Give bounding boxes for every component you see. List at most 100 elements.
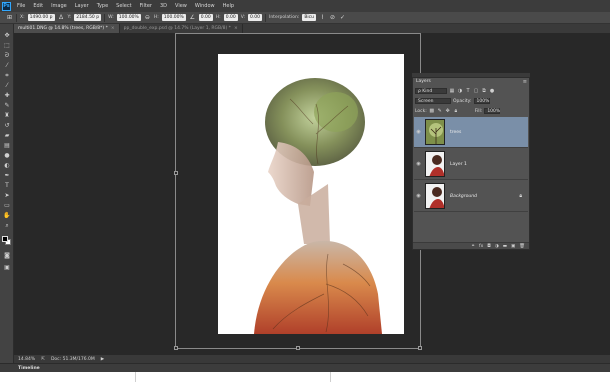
layer-name[interactable]: trees xyxy=(450,130,461,135)
clone-stamp-tool-icon[interactable]: ♜ xyxy=(3,112,11,119)
layer-filter-row: ρ Kind ▦ ◑ T ▢ ⧉ ● xyxy=(415,87,527,95)
options-bar: ⊞ X: 1490.00 p Δ Y: 2184.50 p W: 100.00%… xyxy=(0,12,610,24)
lasso-tool-icon[interactable]: ᘐ xyxy=(3,52,11,59)
tab-pp-double-exp[interactable]: pp_double_exp.psd @ 14.7% (Layer 1, RGB/… xyxy=(120,24,243,33)
fx-icon[interactable]: fx xyxy=(479,244,483,249)
adjustment-layer-icon[interactable]: ◑ xyxy=(495,244,499,249)
layer-name[interactable]: Background xyxy=(450,194,477,199)
layer-trees[interactable]: ◉ trees xyxy=(414,117,528,148)
type-tool-icon[interactable]: T xyxy=(3,182,11,189)
menu-view[interactable]: View xyxy=(175,3,187,9)
status-menu-arrow-icon[interactable]: ▶ xyxy=(101,357,104,362)
close-icon[interactable]: × xyxy=(111,26,115,31)
lock-all-icon[interactable]: 🔒︎ xyxy=(453,108,459,114)
screen-mode-icon[interactable]: ▣ xyxy=(3,264,11,271)
lock-image-icon[interactable]: ✎ xyxy=(437,108,443,114)
smart-object-filter-icon[interactable]: ⧉ xyxy=(481,88,487,94)
add-mask-icon[interactable]: ◘ xyxy=(487,244,491,249)
link-icon[interactable]: ⊖ xyxy=(144,14,151,21)
transform-handle-bottom[interactable] xyxy=(296,346,300,350)
v-skew-field[interactable]: 0.00 xyxy=(247,14,262,21)
blend-mode-select[interactable]: Screen xyxy=(415,98,451,104)
adjustment-filter-icon[interactable]: ◑ xyxy=(457,88,463,94)
link-layers-icon[interactable]: ⚭ xyxy=(471,244,475,249)
commit-transform-icon[interactable]: ✓ xyxy=(339,14,346,21)
angle-field[interactable]: 0.00 xyxy=(198,14,213,21)
menu-edit[interactable]: Edit xyxy=(33,3,43,9)
layer-background[interactable]: ◉ Background 🔒︎ xyxy=(414,181,528,212)
menu-image[interactable]: Image xyxy=(51,3,67,9)
transform-handle-bottom-left[interactable] xyxy=(174,346,178,350)
eyedropper-tool-icon[interactable]: ⁄ xyxy=(3,82,11,89)
menu-help[interactable]: Help xyxy=(223,3,234,9)
opacity-label: Opacity: xyxy=(453,98,472,104)
zoom-tool-icon[interactable]: ⌕ xyxy=(3,222,11,229)
y-field[interactable]: 2184.50 p xyxy=(74,14,102,21)
blend-row: Screen Opacity: 100% xyxy=(415,97,527,105)
timeline-panel-header[interactable]: Timeline xyxy=(0,363,610,372)
marquee-tool-icon[interactable]: ⬚ xyxy=(3,42,11,49)
quick-mask-icon[interactable]: ◙ xyxy=(3,252,11,259)
interpolation-select[interactable]: Bicu xyxy=(302,14,316,21)
menu-3d[interactable]: 3D xyxy=(160,3,167,9)
healing-brush-tool-icon[interactable]: ✚ xyxy=(3,92,11,99)
eye-icon[interactable]: ◉ xyxy=(414,161,423,167)
lock-position-icon[interactable]: ✥ xyxy=(445,108,451,114)
eye-icon[interactable]: ◉ xyxy=(414,193,423,199)
menu-file[interactable]: File xyxy=(17,3,25,9)
new-layer-icon[interactable]: ▣ xyxy=(511,244,515,249)
height-field[interactable]: 100.00% xyxy=(161,14,186,21)
menu-filter[interactable]: Filter xyxy=(140,3,152,9)
menu-select[interactable]: Select xyxy=(116,3,131,9)
pixel-filter-icon[interactable]: ▦ xyxy=(449,88,455,94)
quick-select-tool-icon[interactable]: ⁄ xyxy=(3,62,11,69)
menu-window[interactable]: Window xyxy=(195,3,215,9)
menu-layer[interactable]: Layer xyxy=(75,3,89,9)
hand-tool-icon[interactable]: ✋ xyxy=(3,212,11,219)
transform-reference-icon[interactable]: ⊞ xyxy=(6,14,13,21)
tab-multi01[interactable]: multi01.DNG @ 14.8% (trees, RGB/8*) * × xyxy=(14,24,120,33)
h-skew-field[interactable]: 0.00 xyxy=(223,14,238,21)
path-selection-tool-icon[interactable]: ➤ xyxy=(3,192,11,199)
layer-name[interactable]: Layer 1 xyxy=(450,162,467,167)
divider xyxy=(265,13,266,22)
dodge-tool-icon[interactable]: ◐ xyxy=(3,162,11,169)
move-tool-icon[interactable]: ✥ xyxy=(3,32,11,39)
close-icon[interactable]: × xyxy=(234,26,238,31)
type-filter-icon[interactable]: T xyxy=(465,88,471,94)
foreground-color-swatch[interactable] xyxy=(2,236,8,242)
layers-tab[interactable]: Layers xyxy=(413,78,434,85)
zoom-level[interactable]: 14.84% xyxy=(18,357,35,362)
lock-transparent-icon[interactable]: ▩ xyxy=(429,108,435,114)
transform-handle-left[interactable] xyxy=(174,171,178,175)
new-group-icon[interactable]: ▬ xyxy=(503,244,507,249)
cancel-transform-icon[interactable]: ⊘ xyxy=(329,14,336,21)
blur-tool-icon[interactable]: ● xyxy=(3,152,11,159)
divider xyxy=(104,13,106,22)
rectangle-tool-icon[interactable]: ▭ xyxy=(3,202,11,209)
panel-menu-icon[interactable]: ≡ xyxy=(523,79,527,85)
filter-toggle-icon[interactable]: ● xyxy=(489,88,495,94)
width-field[interactable]: 100.00% xyxy=(116,14,141,21)
gradient-tool-icon[interactable]: ▤ xyxy=(3,142,11,149)
opacity-field[interactable]: 100% xyxy=(473,98,490,104)
transform-bounding-box[interactable] xyxy=(174,33,422,350)
shape-filter-icon[interactable]: ▢ xyxy=(473,88,479,94)
x-field[interactable]: 1490.00 p xyxy=(27,14,55,21)
eye-icon[interactable]: ◉ xyxy=(414,129,423,135)
divider xyxy=(330,372,331,382)
history-brush-tool-icon[interactable]: ↺ xyxy=(3,122,11,129)
trash-icon[interactable]: 🗑︎ xyxy=(519,244,525,249)
tab-label: pp_double_exp.psd @ 14.7% (Layer 1, RGB/… xyxy=(123,26,231,31)
layer-layer-1[interactable]: ◉ Layer 1 xyxy=(414,149,528,180)
menu-type[interactable]: Type xyxy=(97,3,108,9)
warp-icon[interactable]: ⌇ xyxy=(319,14,326,21)
pen-tool-icon[interactable]: ✒ xyxy=(3,172,11,179)
brush-tool-icon[interactable]: ✎ xyxy=(3,102,11,109)
fill-field[interactable]: 100% xyxy=(484,108,501,114)
eraser-tool-icon[interactable]: ▰ xyxy=(3,132,11,139)
export-icon[interactable]: ⇱ xyxy=(41,357,45,362)
crop-tool-icon[interactable]: ⌗ xyxy=(3,72,11,79)
kind-filter-select[interactable]: ρ Kind xyxy=(415,88,447,94)
transform-handle-bottom-right[interactable] xyxy=(418,346,422,350)
